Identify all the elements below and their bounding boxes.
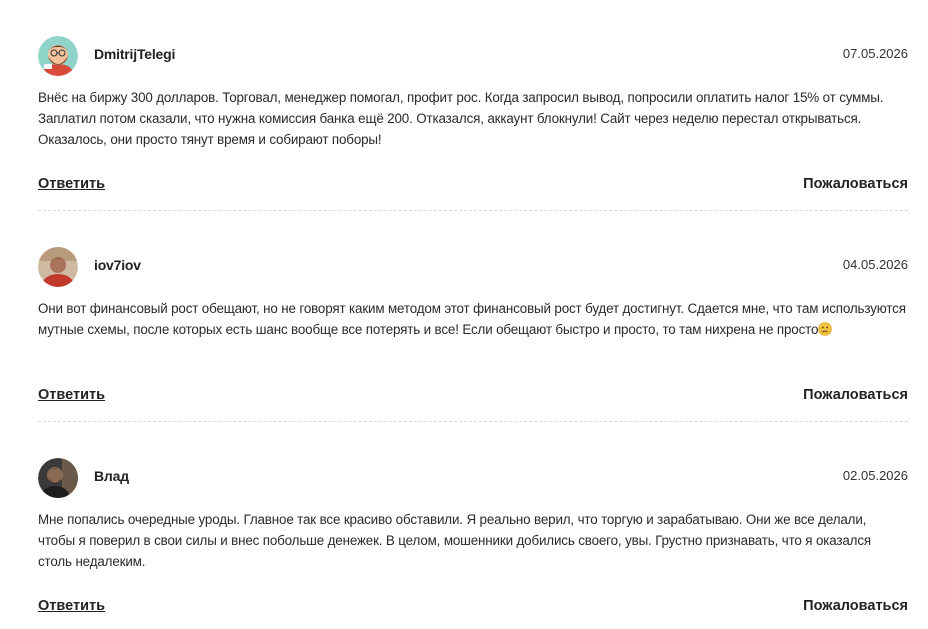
comment-divider — [38, 210, 908, 211]
comment-date: 02.05.2026 — [842, 468, 908, 483]
comment-actions: Ответить Пожаловаться — [38, 387, 908, 409]
comment-header: Влад 02.05.2026 — [38, 458, 908, 498]
comment-divider — [38, 421, 908, 422]
comment-actions: Ответить Пожаловаться — [38, 598, 908, 620]
comment-text: Мне попались очередные уроды. Главное та… — [38, 512, 871, 569]
comment-author: iov7iov — [94, 257, 141, 273]
reply-link[interactable]: Ответить — [38, 598, 105, 614]
comment-date: 04.05.2026 — [842, 257, 908, 272]
comment-date: 07.05.2026 — [842, 46, 908, 61]
comment-item: iov7iov 04.05.2026 Они вот финансовый ро… — [38, 247, 908, 422]
comment-header: DmitrijTelegi 07.05.2026 — [38, 36, 908, 76]
reply-link[interactable]: Ответить — [38, 176, 105, 192]
comment-author: DmitrijTelegi — [94, 46, 176, 62]
report-link[interactable]: Пожаловаться — [803, 176, 908, 192]
comment-text: Они вот финансовый рост обещают, но не г… — [38, 298, 906, 340]
report-link[interactable]: Пожаловаться — [803, 598, 908, 614]
comment-item: DmitrijTelegi 07.05.2026 Внёс на биржу 3… — [38, 36, 908, 211]
comment-actions: Ответить Пожаловаться — [38, 176, 908, 198]
comment-header: iov7iov 04.05.2026 — [38, 247, 908, 287]
comment-author: Влад — [94, 468, 129, 484]
comment-item: Влад 02.05.2026 Мне попались очередные у… — [38, 458, 908, 614]
comments-list: DmitrijTelegi 07.05.2026 Внёс на биржу 3… — [0, 0, 928, 629]
avatar-icon — [38, 36, 78, 76]
avatar-icon — [38, 458, 78, 498]
reply-link[interactable]: Ответить — [38, 387, 105, 403]
report-link[interactable]: Пожаловаться — [803, 387, 908, 403]
comment-text: Внёс на биржу 300 долларов. Торговал, ме… — [38, 90, 884, 147]
avatar-icon — [38, 247, 78, 287]
sad-face-emoji-icon — [818, 321, 833, 336]
comment-text-body: Они вот финансовый рост обещают, но не г… — [38, 301, 906, 337]
